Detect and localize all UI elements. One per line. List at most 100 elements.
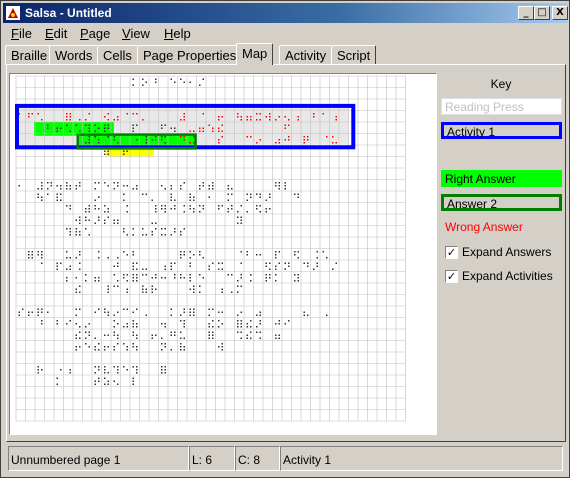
braille-dot: [193, 199, 195, 201]
braille-dot: [297, 277, 299, 279]
braille-dot: [227, 193, 229, 195]
tab-map[interactable]: Map: [236, 43, 274, 65]
tab-page-properties[interactable]: Page Properties: [137, 45, 243, 65]
braille-dot: [22, 308, 24, 310]
braille-dot: [218, 205, 220, 207]
braille-dot: [136, 280, 138, 282]
braille-dot: [284, 116, 286, 118]
title-bar[interactable]: Salsa - Untitled _ □ X: [3, 3, 568, 23]
braille-dot: [104, 334, 106, 336]
braille-dot: [180, 331, 182, 333]
braille-dot: [174, 262, 176, 264]
braille-dot: [240, 262, 242, 264]
tab-activity[interactable]: Activity: [279, 45, 333, 65]
braille-dot: [145, 142, 147, 144]
menu-help[interactable]: Help: [164, 26, 191, 41]
tab-words[interactable]: Words: [49, 45, 99, 65]
expand-activities-check-icon[interactable]: ✓: [445, 270, 458, 283]
braille-dot: [126, 369, 128, 371]
braille-dot: [294, 193, 296, 195]
braille-dot: [170, 331, 172, 333]
braille-dot: [269, 262, 271, 264]
close-button[interactable]: X: [552, 6, 568, 20]
menu-page[interactable]: Page: [80, 26, 110, 41]
braille-dot: [88, 142, 90, 144]
braille-dot: [85, 228, 87, 230]
braille-dot: [275, 142, 277, 144]
braille-dot: [240, 205, 242, 207]
braille-dot: [155, 288, 157, 290]
braille-dot: [183, 349, 185, 351]
tab-script[interactable]: Script: [331, 45, 377, 65]
braille-dot: [218, 119, 220, 121]
menu-view[interactable]: View: [122, 26, 150, 41]
braille-dot: [79, 308, 81, 310]
tab-cells[interactable]: Cells: [97, 45, 138, 65]
braille-dot: [155, 139, 157, 141]
braille-dot: [66, 188, 68, 190]
braille-dot: [256, 326, 258, 328]
braille-dot: [164, 205, 166, 207]
braille-dot: [107, 119, 109, 121]
braille-dot: [284, 323, 286, 325]
braille-dot: [183, 311, 185, 313]
menu-file[interactable]: File: [11, 26, 32, 41]
braille-dot: [98, 343, 100, 345]
braille-dot: [132, 124, 134, 126]
menu-edit[interactable]: Edit: [45, 26, 67, 41]
braille-dot: [75, 124, 77, 126]
braille-dot: [212, 188, 214, 190]
braille-dot: [265, 280, 267, 282]
braille-dot: [322, 251, 324, 253]
braille-dot: [85, 124, 87, 126]
braille-dot: [94, 199, 96, 201]
braille-dot: [212, 127, 214, 129]
braille-dot: [183, 323, 185, 325]
status-page: Unnumbered page 1: [8, 446, 189, 471]
braille-dot: [237, 320, 239, 322]
braille-dot: [250, 116, 252, 118]
braille-dot: [142, 193, 144, 195]
braille-dot: [208, 124, 210, 126]
braille-dot: [98, 251, 100, 253]
braille-dot: [183, 116, 185, 118]
expand-answers-check-icon[interactable]: ✓: [445, 246, 458, 259]
expand-activities-checkbox[interactable]: ✓ Expand Activities: [445, 269, 565, 285]
braille-map[interactable]: [9, 73, 437, 435]
braille-dot: [161, 205, 163, 207]
braille-dot: [37, 311, 39, 313]
minimize-button[interactable]: _: [518, 6, 534, 20]
braille-dot: [316, 262, 318, 264]
braille-dot: [170, 234, 172, 236]
braille-dot: [113, 349, 115, 351]
braille-dot: [208, 268, 210, 270]
maximize-button[interactable]: □: [534, 6, 550, 20]
tab-braille[interactable]: Braille: [5, 45, 54, 65]
braille-dot: [94, 372, 96, 374]
braille-map-canvas[interactable]: [10, 74, 436, 434]
braille-dot: [199, 205, 201, 207]
braille-dot: [193, 196, 195, 198]
braille-dot: [123, 228, 125, 230]
braille-dot: [117, 219, 119, 221]
braille-dot: [79, 130, 81, 132]
expand-answers-checkbox[interactable]: ✓ Expand Answers: [445, 245, 565, 261]
braille-dot: [288, 262, 290, 264]
braille-dot: [303, 136, 305, 138]
braille-dot: [151, 199, 153, 201]
braille-dot: [88, 208, 90, 210]
braille-dot: [41, 262, 43, 264]
braille-dot: [132, 380, 134, 382]
braille-dot: [136, 323, 138, 325]
braille-dot: [107, 211, 109, 213]
braille-dot: [202, 182, 204, 184]
braille-dot: [275, 254, 277, 256]
braille-dot: [278, 185, 280, 187]
braille-dot: [107, 380, 109, 382]
braille-dot: [66, 277, 68, 279]
braille-dot: [183, 337, 185, 339]
braille-dot: [256, 119, 258, 121]
braille-dot: [132, 262, 134, 264]
braille-dot: [183, 81, 185, 83]
braille-dot: [117, 119, 119, 121]
